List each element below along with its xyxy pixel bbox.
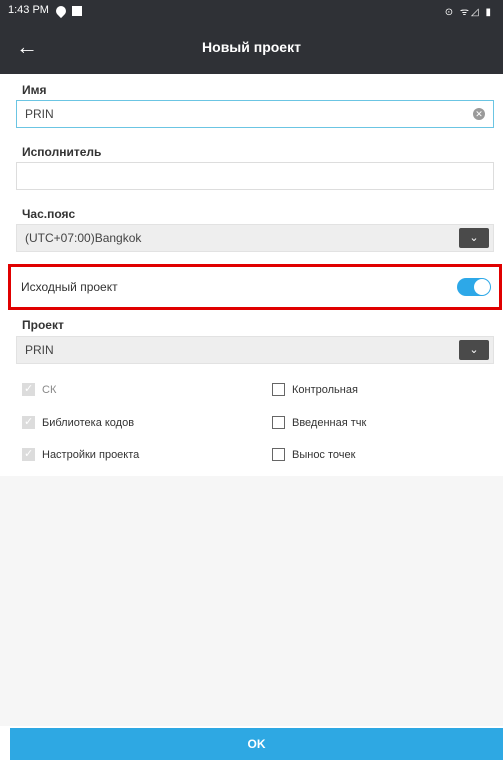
location-pin-icon [53, 3, 69, 19]
status-icons: ⊙ ᯤ◿ ▮ [444, 7, 493, 18]
timezone-select[interactable]: (UTC+07:00)Bangkok ⌄ [16, 224, 494, 252]
checkbox-checked-icon[interactable] [22, 415, 35, 429]
clear-input-icon[interactable]: ✕ [473, 108, 485, 120]
empty-area [0, 476, 503, 726]
executor-input[interactable] [16, 162, 494, 190]
status-time: 1:43 PM [8, 4, 49, 16]
status-bar: 1:43 PM ⊙ ᯤ◿ ▮ [0, 0, 503, 22]
name-input-value: PRIN [25, 107, 54, 121]
app-bar: ← Новый проект [0, 22, 503, 74]
source-project-row: Исходный проект [8, 264, 502, 310]
checkbox-empty-icon[interactable] [272, 383, 285, 396]
name-input[interactable]: PRIN ✕ [16, 100, 494, 128]
checkbox-empty-icon[interactable] [272, 416, 285, 429]
timezone-value: (UTC+07:00)Bangkok [25, 231, 142, 245]
ok-button[interactable]: OK [10, 728, 503, 760]
checkbox-checked-icon[interactable] [22, 382, 35, 396]
toggle-knob [474, 279, 490, 295]
name-label: Имя [22, 83, 47, 97]
project-label: Проект [22, 318, 64, 332]
chevron-down-icon[interactable]: ⌄ [459, 228, 489, 248]
project-value: PRIN [25, 343, 54, 357]
timezone-label: Час.пояс [22, 207, 76, 221]
source-project-label: Исходный проект [21, 280, 118, 294]
source-project-toggle[interactable] [457, 278, 491, 296]
checkbox-empty-icon[interactable] [272, 448, 285, 461]
executor-label: Исполнитель [22, 145, 102, 159]
project-select[interactable]: PRIN ⌄ [16, 336, 494, 364]
chevron-down-icon[interactable]: ⌄ [459, 340, 489, 360]
page-title: Новый проект [202, 39, 301, 55]
notification-square-icon [72, 6, 82, 16]
checkbox-checked-icon[interactable] [22, 447, 35, 461]
